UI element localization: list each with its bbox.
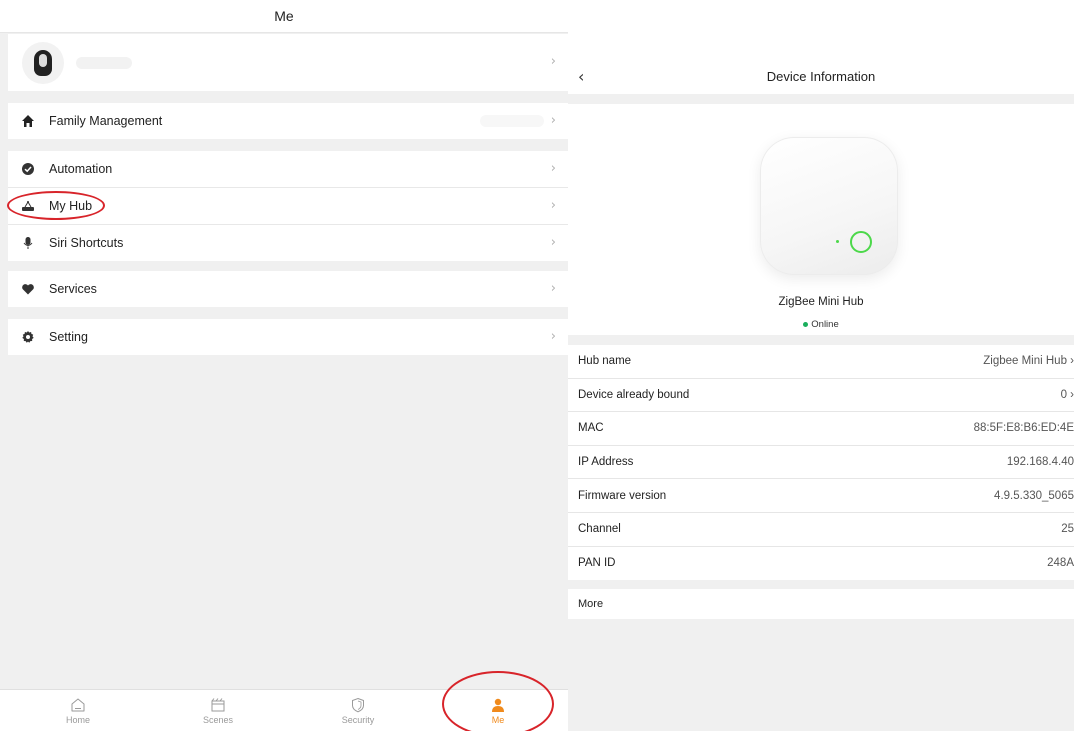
info-row-pan-id: PAN ID 248A (568, 547, 1074, 581)
me-panel: Me › Family Management › Automation › My… (0, 0, 568, 731)
menu-item-family-management[interactable]: Family Management › (8, 103, 568, 139)
info-row-mac: MAC 88:5F:E8:B6:ED:4E (568, 412, 1074, 446)
automation-icon (21, 162, 35, 176)
menu-item-services[interactable]: Services › (8, 271, 568, 307)
info-key: IP Address (578, 456, 634, 469)
gear-icon (21, 330, 35, 344)
status-bar-area (568, 0, 1074, 58)
menu-label: Family Management (49, 114, 163, 128)
info-value: 25 (1061, 523, 1074, 536)
me-header: Me (0, 0, 568, 33)
home-icon (71, 698, 85, 712)
page-title: Me (274, 8, 294, 24)
annotation-circle-my-hub (7, 191, 105, 220)
tab-label: Security (341, 715, 375, 725)
info-value: 0 › (1060, 388, 1074, 401)
menu-label: Setting (49, 330, 88, 344)
info-row-channel: Channel 25 (568, 513, 1074, 547)
menu-item-siri-shortcuts[interactable]: Siri Shortcuts › (8, 225, 568, 261)
more-label: More (578, 598, 604, 610)
chevron-right-icon: › (550, 198, 556, 213)
chevron-right-icon: › (550, 54, 556, 69)
info-value: 248A (1047, 557, 1074, 570)
user-name-blurred (76, 56, 132, 69)
scenes-icon (211, 698, 225, 712)
info-value: 192.168.4.40 (1006, 456, 1074, 469)
profile-row[interactable]: › (8, 34, 568, 91)
info-key: MAC (578, 422, 604, 435)
info-row-device-bound[interactable]: Device already bound 0 › (568, 379, 1074, 413)
house-icon (21, 114, 35, 128)
chevron-right-icon: › (550, 235, 556, 250)
status-badge: Online (568, 319, 1074, 330)
info-key: Hub name (578, 355, 632, 368)
chevron-right-icon: › (550, 161, 556, 176)
tab-scenes[interactable]: Scenes (148, 690, 288, 731)
info-key: Channel (578, 523, 621, 536)
back-arrow-icon[interactable]: ‹ (578, 67, 584, 86)
menu-item-automation[interactable]: Automation › (8, 151, 568, 187)
family-name-blurred (480, 115, 544, 127)
menu-item-setting[interactable]: Setting › (8, 319, 568, 355)
info-key: Device already bound (578, 388, 690, 401)
tab-security[interactable]: Security (288, 690, 428, 731)
hub-card: ZigBee Mini Hub Online (568, 104, 1074, 335)
status-text: Online (811, 319, 839, 330)
info-row-hub-name[interactable]: Hub name Zigbee Mini Hub › (568, 345, 1074, 379)
more-row[interactable]: More (568, 589, 1074, 619)
avatar (22, 41, 64, 84)
tab-label: Home (65, 715, 90, 725)
info-row-ip-address: IP Address 192.168.4.40 (568, 446, 1074, 480)
annotation-circle-me-tab (442, 671, 554, 731)
nav-bar: ‹ Device Information (568, 58, 1074, 94)
device-information-panel: ‹ Device Information ZigBee Mini Hub Onl… (568, 0, 1074, 731)
info-key: PAN ID (578, 557, 616, 570)
info-key: Firmware version (578, 489, 667, 502)
menu-label: Services (49, 282, 97, 296)
shield-icon (352, 697, 364, 713)
tab-label: Scenes (202, 715, 234, 725)
info-value: Zigbee Mini Hub › (983, 355, 1074, 368)
tab-home[interactable]: Home (8, 690, 148, 731)
info-value: 88:5F:E8:B6:ED:4E (973, 422, 1074, 435)
heart-icon (21, 282, 35, 296)
hub-device-image (760, 137, 898, 275)
page-title: Device Information (766, 68, 876, 84)
info-list: Hub name Zigbee Mini Hub › Device alread… (568, 345, 1074, 581)
menu-label: Siri Shortcuts (49, 236, 124, 250)
chevron-right-icon: › (550, 329, 556, 344)
hub-title: ZigBee Mini Hub (778, 296, 864, 308)
info-value: 4.9.5.330_5065 (994, 489, 1074, 502)
chevron-right-icon: › (550, 113, 556, 128)
menu-label: Automation (49, 162, 113, 176)
info-row-firmware: Firmware version 4.9.5.330_5065 (568, 479, 1074, 513)
online-dot-icon (803, 322, 809, 327)
chevron-right-icon: › (550, 281, 556, 296)
microphone-icon (21, 236, 35, 250)
